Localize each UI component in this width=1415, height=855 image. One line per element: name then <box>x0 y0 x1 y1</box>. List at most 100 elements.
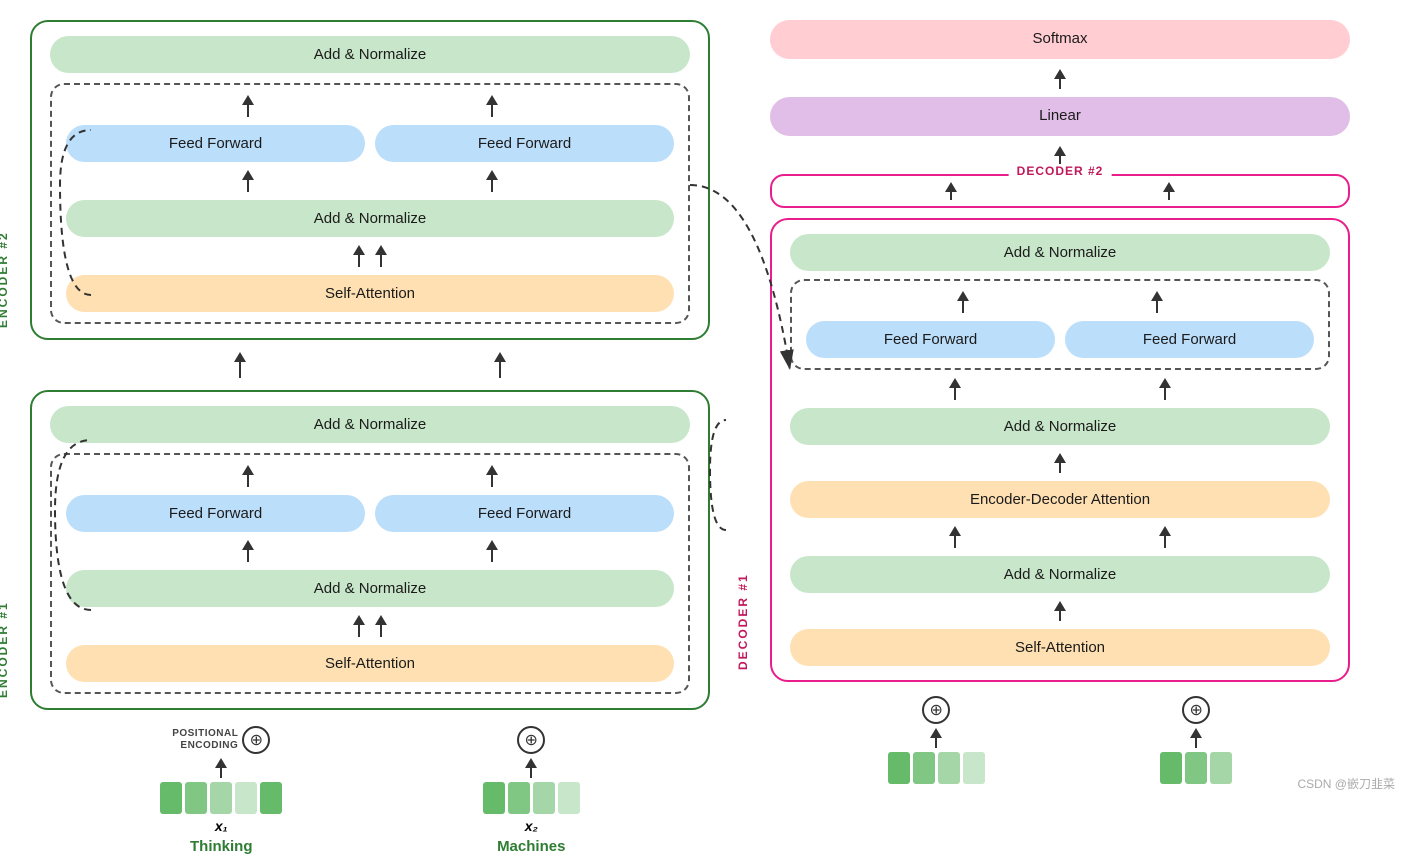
dec1-add-norm-top: Add & Normalize <box>790 234 1330 271</box>
enc2-arrowhead-right <box>486 95 498 105</box>
pos-circle-right: ⊕ <box>517 726 545 754</box>
enc2-add-norm-top: Add & Normalize <box>50 36 690 73</box>
enc1-arrowline3-right <box>380 625 382 637</box>
dec2-top-arrowline-right <box>1168 192 1170 200</box>
enc1-arrowline2-right <box>491 550 493 562</box>
enc1-add-norm-top: Add & Normalize <box>50 406 690 443</box>
enc1-arrowline-left <box>247 475 249 487</box>
dec1-arrowhead-left <box>957 291 969 301</box>
dec1-ff-right: Feed Forward <box>1065 321 1314 358</box>
main-container: ENCODER #2 Add & Normalize <box>0 0 1415 804</box>
emb-cell-2 <box>185 782 207 814</box>
enc2-arrow3-left <box>353 245 365 267</box>
enc1-arrow3-right <box>375 615 387 637</box>
emb-cell-1 <box>160 782 182 814</box>
emb-bar-left <box>160 782 282 814</box>
enc1-ff-left: Feed Forward <box>66 495 365 532</box>
encoder-side: ENCODER #2 Add & Normalize <box>30 20 710 784</box>
emb-cell-3 <box>210 782 232 814</box>
enc2-dashed-inner: Feed Forward Feed Forward Add & Normaliz… <box>50 83 690 324</box>
enc1-ff-row: Feed Forward Feed Forward <box>66 495 674 532</box>
dec1-arrow-self-attn <box>790 601 1330 621</box>
emb-r-cell-1 <box>483 782 505 814</box>
enc1-arrowhead2-left <box>242 540 254 550</box>
dec1-arrowline3-right <box>1164 536 1166 548</box>
enc1-arrow2-right <box>486 540 498 562</box>
dec1-arrow3-right <box>1159 526 1171 548</box>
dec1-arrow-right <box>1151 291 1163 313</box>
machines-label: Machines <box>497 838 565 855</box>
dec-emb-r-cell-1 <box>1160 752 1182 784</box>
dec1-arrow-enc-dec <box>790 453 1330 473</box>
enc1-self-attention: Self-Attention <box>66 645 674 682</box>
decoder-2-wrapper: DECODER #2 <box>770 174 1350 208</box>
dec-arrow-linear <box>770 146 1350 166</box>
pos-circle-left: ⊕ <box>242 726 270 754</box>
enc1-add-norm-mid: Add & Normalize <box>66 570 674 607</box>
dec-pos-circle-left: ⊕ <box>922 696 950 724</box>
dec1-arrowhead-enc-dec <box>1054 453 1066 463</box>
dec1-arrow-left <box>957 291 969 313</box>
dec1-arrowline2-left <box>954 388 956 400</box>
enc1-arrowline-right <box>491 475 493 487</box>
enc1-arrowhead-right <box>486 465 498 475</box>
dec2-top-arrowhead-right <box>1163 182 1175 192</box>
dec1-arrowline-self-attn <box>1059 611 1061 621</box>
dec1-arrowhead3-left <box>949 526 961 536</box>
dec1-ff-row: Feed Forward Feed Forward <box>806 321 1314 358</box>
x2-label: x₂ <box>525 818 538 834</box>
dec1-dashed-ff: Feed Forward Feed Forward <box>790 279 1330 370</box>
encoder-1-label: ENCODER #1 <box>0 402 10 698</box>
pos-arrowhead-right <box>525 758 537 768</box>
enc2-arrowline-right <box>491 105 493 117</box>
enc2-ff-left: Feed Forward <box>66 125 365 162</box>
enc1-arrow3-left <box>353 615 365 637</box>
dec2-top-arrow-left <box>945 182 957 200</box>
pos-arrowline-right <box>530 768 532 778</box>
dec-arrow-softmax <box>770 69 1350 89</box>
enc1-arrowhead3-right <box>375 615 387 625</box>
x1-label: x₁ <box>215 818 228 834</box>
linear-layer: Linear <box>770 97 1350 136</box>
dec1-enc-dec-attention: Encoder-Decoder Attention <box>790 481 1330 518</box>
enc-between-arrowhead-left <box>234 352 246 362</box>
pe-label: POSITIONAL ENCODING <box>172 728 238 752</box>
enc2-arrowline3-right <box>380 255 382 267</box>
dec1-self-attention: Self-Attention <box>790 629 1330 666</box>
enc1-arrowline2-left <box>247 550 249 562</box>
dec1-arrows-bottom <box>790 526 1330 548</box>
enc2-arrow2-left <box>242 170 254 192</box>
enc2-self-attention: Self-Attention <box>66 275 674 312</box>
dec-emb-cell-4 <box>963 752 985 784</box>
dec-arrowline-softmax <box>1059 79 1061 89</box>
enc2-arrowline2-right <box>491 180 493 192</box>
encoder-2-label: ENCODER #2 <box>0 32 10 328</box>
softmax-layer: Softmax <box>770 20 1350 59</box>
enc2-ff-row: Feed Forward Feed Forward <box>66 125 674 162</box>
dec1-arrowhead2-left <box>949 378 961 388</box>
dec-emb-bar-left <box>888 752 985 784</box>
x1-label-row: x₁ <box>215 818 228 834</box>
pos-arrowhead-left <box>215 758 227 768</box>
dec1-add-norm-mid: Add & Normalize <box>790 408 1330 445</box>
dec-arrowup-softmax <box>1054 69 1066 89</box>
enc1-arrowhead3-left <box>353 615 365 625</box>
enc2-arrowhead3-right <box>375 245 387 255</box>
pos-left-with-label: POSITIONAL ENCODING ⊕ <box>172 726 270 754</box>
enc1-arrow-right <box>486 465 498 487</box>
enc2-arrowline2-left <box>247 180 249 192</box>
enc1-arrows-attn <box>66 615 674 637</box>
dec-pos-circle-right: ⊕ <box>1182 696 1210 724</box>
enc2-arrowhead3-left <box>353 245 365 255</box>
dec-pos-arrowhead-right <box>1190 728 1202 738</box>
emb-r-cell-4 <box>558 782 580 814</box>
dec-emb-r-cell-2 <box>1185 752 1207 784</box>
dec-emb-r-cell-3 <box>1210 752 1232 784</box>
dec-pos-arrowhead-left <box>930 728 942 738</box>
enc2-arrowline3-left <box>358 255 360 267</box>
pos-arrowline-left <box>220 768 222 778</box>
enc2-add-norm-mid: Add & Normalize <box>66 200 674 237</box>
pos-group-right: ⊕ x₂ Machines <box>483 726 580 855</box>
dec-emb-cell-3 <box>938 752 960 784</box>
enc2-arrow2-right <box>486 170 498 192</box>
